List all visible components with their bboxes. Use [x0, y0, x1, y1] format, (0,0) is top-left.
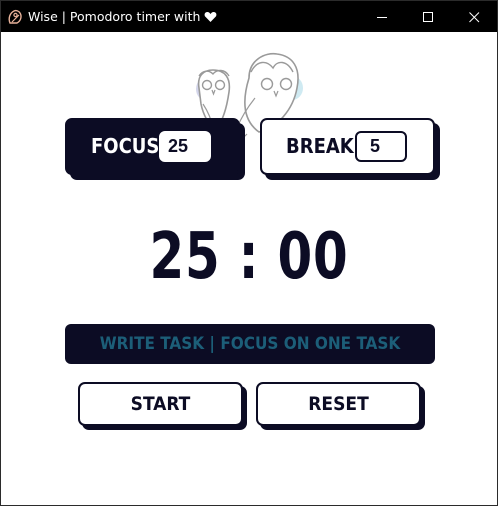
reset-button[interactable]: RESET	[256, 382, 421, 426]
task-text: WRITE TASK | FOCUS ON ONE TASK	[99, 334, 401, 354]
title-bar[interactable]: Wise | Pomodoro timer with	[1, 1, 497, 32]
focus-label: FOCUS	[91, 134, 160, 158]
start-button[interactable]: START	[78, 382, 243, 426]
window-title: Wise | Pomodoro timer with	[28, 8, 217, 27]
close-button[interactable]	[451, 1, 497, 32]
heart-icon	[204, 10, 217, 27]
minimize-icon	[377, 17, 387, 18]
break-minutes-input[interactable]	[355, 131, 407, 162]
close-icon	[469, 12, 480, 23]
break-label: BREAK	[286, 134, 354, 158]
window-title-text: Wise | Pomodoro timer with	[28, 9, 201, 24]
task-field[interactable]: WRITE TASK | FOCUS ON ONE TASK	[65, 324, 435, 364]
maximize-button[interactable]	[405, 1, 451, 32]
owl-icon	[7, 9, 23, 25]
focus-minutes-input[interactable]	[159, 131, 211, 162]
minimize-button[interactable]	[359, 1, 405, 32]
timer-display: 25 : 00	[149, 220, 349, 294]
maximize-icon	[423, 12, 433, 22]
main-content: FOCUS BREAK 25 : 00 WRITE TASK | FOCUS O…	[1, 32, 497, 505]
app-window: Wise | Pomodoro timer with FOCUS 25 BREA…	[0, 0, 498, 506]
break-duration-card: BREAK	[260, 118, 435, 175]
focus-duration-card: FOCUS	[65, 118, 240, 175]
